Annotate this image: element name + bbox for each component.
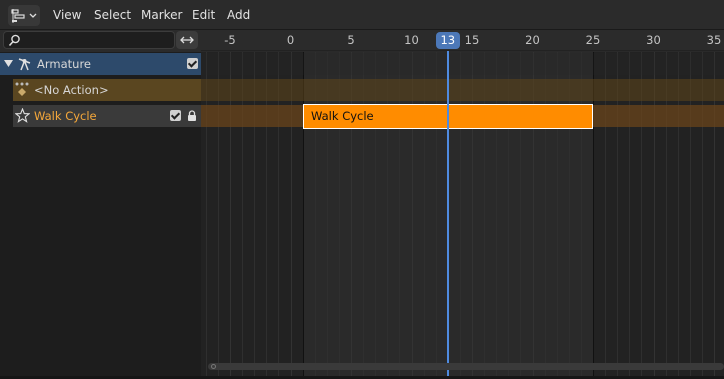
armature-enable-checkbox[interactable]	[187, 58, 198, 69]
ruler-tick-label: 30	[646, 33, 661, 47]
grid-line	[520, 52, 521, 379]
frame-ruler[interactable]: -5 0 5 10 15 20 25 30 35	[201, 30, 724, 51]
editor-type-selector[interactable]	[8, 5, 40, 26]
grid-line	[629, 52, 630, 379]
playhead[interactable]	[446, 51, 449, 379]
channel-walk-cycle[interactable]: Walk Cycle	[13, 105, 201, 127]
grid-line	[508, 52, 509, 379]
grid-line	[218, 52, 219, 379]
out-of-range-shade-right	[593, 52, 724, 379]
grid-line	[363, 52, 364, 379]
ruler-tick-label: 10	[404, 33, 419, 47]
grid-line	[291, 52, 292, 379]
grid-line	[617, 52, 618, 379]
grid-line	[569, 52, 570, 379]
grid-line	[533, 52, 534, 379]
grid-line	[339, 52, 340, 379]
no-action-label: <No Action>	[34, 83, 109, 97]
scrollbar-handle[interactable]	[211, 364, 216, 369]
grid-line	[666, 52, 667, 379]
arrows-horizontal-icon	[180, 36, 194, 44]
grid-line	[266, 52, 267, 379]
armature-icon	[18, 58, 31, 71]
track-armature	[201, 53, 724, 75]
grid-line	[581, 52, 582, 379]
lock-icon[interactable]	[187, 110, 197, 122]
current-frame-indicator[interactable]: 13	[435, 32, 460, 49]
chevron-down-icon	[29, 13, 37, 18]
grid-line	[315, 52, 316, 379]
grid-line	[545, 52, 546, 379]
walk-cycle-label: Walk Cycle	[34, 109, 97, 123]
grid-line	[327, 52, 328, 379]
grid-line	[460, 52, 461, 379]
horizontal-scrollbar[interactable]	[208, 363, 724, 370]
grid-line	[424, 52, 425, 379]
grid-line	[230, 52, 231, 379]
menu-add[interactable]: Add	[227, 0, 250, 30]
channel-search-input[interactable]	[3, 31, 175, 49]
grid-line	[399, 52, 400, 379]
channel-armature[interactable]: Armature	[0, 53, 201, 75]
channel-list: Armature <No Action> Walk Cycle	[0, 30, 201, 379]
channel-no-action[interactable]: <No Action>	[13, 79, 201, 101]
grid-line	[557, 52, 558, 379]
walk-cycle-mute-checkbox[interactable]	[170, 110, 181, 121]
grid-line	[278, 52, 279, 379]
grid-line	[387, 52, 388, 379]
star-solo-icon[interactable]	[15, 108, 30, 123]
grid-line	[242, 52, 243, 379]
grid-line	[351, 52, 352, 379]
grid-line	[702, 52, 703, 379]
grid-line	[641, 52, 642, 379]
ruler-tick-label: 20	[525, 33, 540, 47]
grid-line	[412, 52, 413, 379]
grid-line	[714, 52, 715, 379]
channel-filter-bar	[0, 30, 201, 52]
menu-marker[interactable]: Marker	[141, 0, 182, 30]
grid-line	[605, 52, 606, 379]
scene-end-boundary	[593, 52, 594, 379]
menu-edit[interactable]: Edit	[192, 0, 215, 30]
scene-start-boundary	[303, 52, 304, 379]
ruler-tick-label: 25	[585, 33, 601, 47]
ruler-tick-label: 35	[706, 33, 722, 47]
editor-header: View Select Marker Edit Add	[0, 0, 724, 30]
grid-line	[436, 52, 437, 379]
menu-view[interactable]: View	[53, 0, 81, 30]
armature-label: Armature	[37, 57, 91, 71]
out-of-range-shade-left	[201, 52, 303, 379]
grid-line	[654, 52, 655, 379]
ruler-tick-label: -5	[224, 33, 236, 47]
swap-filter-button[interactable]	[176, 31, 198, 49]
grid-line	[375, 52, 376, 379]
grid-line	[678, 52, 679, 379]
grid-line	[254, 52, 255, 379]
nla-timeline[interactable]: Walk Cycle -5 0 5 10 15 20 25 30 35 13	[201, 30, 724, 379]
grid-line	[690, 52, 691, 379]
grid-line	[484, 52, 485, 379]
action-keyframes-icon	[15, 82, 29, 96]
ruler-tick-label: 0	[286, 33, 295, 47]
search-icon	[8, 34, 20, 47]
track-no-action	[201, 79, 724, 101]
menu-select[interactable]: Select	[94, 0, 131, 30]
grid-line	[496, 52, 497, 379]
grid-line	[472, 52, 473, 379]
ruler-tick-label: 15	[464, 33, 480, 47]
grid-line	[206, 52, 207, 379]
disclosure-triangle-icon[interactable]	[4, 60, 13, 68]
ruler-tick-label: 5	[347, 33, 355, 47]
nla-editor-icon	[11, 8, 25, 23]
